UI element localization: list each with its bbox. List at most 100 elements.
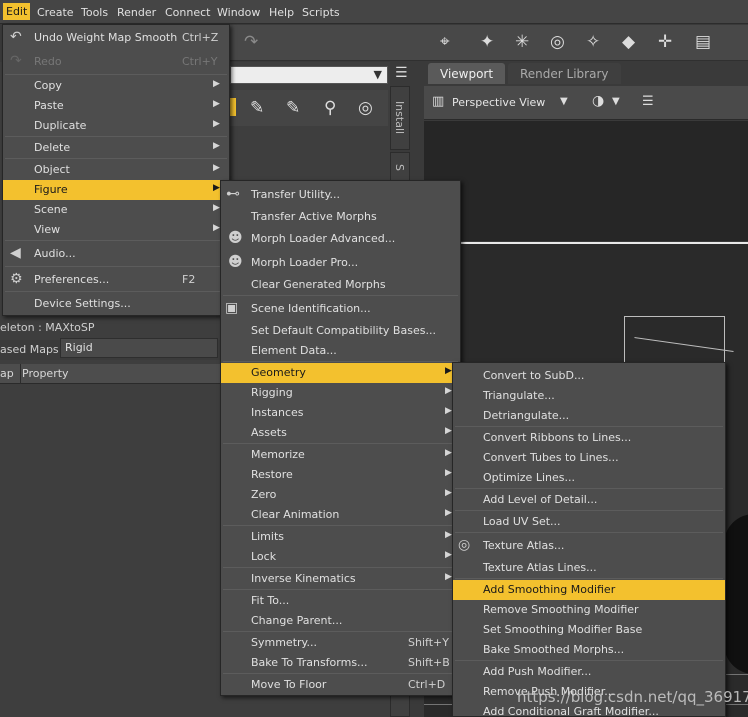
tab-install[interactable]: Install	[390, 86, 410, 150]
menu-item-restore[interactable]: Restore ▶	[221, 465, 460, 485]
menu-item-limits[interactable]: Limits ▶	[221, 527, 460, 547]
menu-tools[interactable]: Tools	[81, 6, 108, 19]
camera-select[interactable]: Perspective View	[452, 96, 545, 109]
menu-item-assets[interactable]: Assets ▶	[221, 423, 460, 443]
figure-submenu: ⊷ Transfer Utility... Transfer Active Mo…	[220, 180, 461, 696]
menu-help[interactable]: Help	[269, 6, 294, 19]
pointlight-tool-icon[interactable]: ✳	[515, 32, 529, 52]
menu-item-preferences[interactable]: ⚙ Preferences... F2	[3, 270, 229, 290]
morph-loader-pro-icon: ☻	[228, 254, 243, 270]
menu-render[interactable]: Render	[117, 6, 156, 19]
menu-item-bake-smoothed-morphs[interactable]: Bake Smoothed Morphs...	[453, 640, 725, 660]
layout-tool-icon[interactable]: ▤	[695, 32, 711, 52]
linklight-tool-icon[interactable]: ✧	[586, 32, 600, 52]
menu-item-inverse-kinematics[interactable]: Inverse Kinematics ▶	[221, 569, 460, 589]
menu-item-object[interactable]: Object ▶	[3, 160, 229, 180]
menu-item-memorize[interactable]: Memorize ▶	[221, 445, 460, 465]
menu-item-add-smoothing-modifier[interactable]: Add Smoothing Modifier	[453, 580, 725, 600]
col-property[interactable]: Property	[22, 367, 69, 380]
menu-item-element-data[interactable]: Element Data...	[221, 341, 460, 361]
menu-item-morph-loader-pro[interactable]: ☻ Morph Loader Pro...	[221, 253, 460, 273]
menu-item-move-to-floor[interactable]: Move To Floor Ctrl+D	[221, 675, 460, 695]
pin-tool-icon[interactable]: ⚲	[324, 98, 336, 118]
tool-icon-row: ✎ ✎ ⚲ ◎	[230, 90, 388, 126]
menu-item-transfer-utility[interactable]: ⊷ Transfer Utility...	[221, 185, 460, 205]
menu-item-texture-atlas-lines[interactable]: Texture Atlas Lines...	[453, 558, 725, 578]
preferences-icon: ⚙	[10, 271, 23, 287]
menu-item-audio[interactable]: ◀ Audio...	[3, 244, 229, 264]
menu-item-geometry[interactable]: Geometry ▶	[221, 363, 460, 383]
menu-item-instances[interactable]: Instances ▶	[221, 403, 460, 423]
menu-item-transfer-active-morphs[interactable]: Transfer Active Morphs	[221, 207, 460, 227]
texture-atlas-icon: ◎	[458, 537, 471, 553]
menu-item-lock[interactable]: Lock ▶	[221, 547, 460, 567]
figure-silhouette	[724, 514, 748, 674]
null-tool-icon[interactable]: ✛	[658, 32, 672, 52]
menu-item-set-default-compatibility-bases[interactable]: Set Default Compatibility Bases...	[221, 321, 460, 341]
menu-item-convert-tubes-to-lines[interactable]: Convert Tubes to Lines...	[453, 448, 725, 468]
chevron-down-icon: ▼	[373, 68, 382, 81]
transfer-utility-icon: ⊷	[226, 186, 240, 202]
menu-connect[interactable]: Connect	[165, 6, 210, 19]
menu-item-zero[interactable]: Zero ▶	[221, 485, 460, 505]
maps-field[interactable]: Rigid	[60, 338, 218, 358]
viewport-upper[interactable]	[424, 121, 748, 241]
property-table-header: ap Property	[0, 364, 220, 384]
menu-item-load-uv-set[interactable]: Load UV Set...	[453, 512, 725, 532]
viewport-options-icon[interactable]: ☰	[642, 94, 654, 109]
menu-scripts[interactable]: Scripts	[302, 6, 340, 19]
panel-menu-icon[interactable]: ☰	[395, 65, 408, 81]
scene-dropdown[interactable]: ▼	[230, 66, 388, 84]
menu-item-paste[interactable]: Paste ▶	[3, 96, 229, 116]
menu-item-morph-loader-advanced[interactable]: ☻ Morph Loader Advanced...	[221, 229, 460, 249]
menu-item-delete[interactable]: Delete ▶	[3, 138, 229, 158]
menu-edit[interactable]: Edit	[3, 3, 31, 20]
menu-item-scene[interactable]: Scene ▶	[3, 200, 229, 220]
menu-window[interactable]: Window	[217, 6, 260, 19]
menu-item-bake-to-transforms[interactable]: Bake To Transforms... Shift+B	[221, 653, 460, 673]
menu-item-scene-identification[interactable]: ▣ Scene Identification...	[221, 299, 460, 319]
distantlight-tool-icon[interactable]: ◎	[550, 32, 565, 52]
menu-item-figure[interactable]: Figure ▶	[3, 180, 229, 200]
menu-item-rigging[interactable]: Rigging ▶	[221, 383, 460, 403]
globe-tool-icon[interactable]: ◎	[358, 98, 373, 118]
menu-create[interactable]: Create	[37, 6, 74, 19]
menu-item-remove-smoothing-modifier[interactable]: Remove Smoothing Modifier	[453, 600, 725, 620]
menu-item-texture-atlas[interactable]: ◎ Texture Atlas...	[453, 536, 725, 556]
menu-item-clear-generated-morphs[interactable]: Clear Generated Morphs	[221, 275, 460, 295]
camera-tool-icon[interactable]: ⌖	[440, 32, 450, 52]
col-divider	[20, 364, 21, 384]
menu-item-device-settings[interactable]: Device Settings...	[3, 294, 229, 314]
menu-item-set-smoothing-modifier-base[interactable]: Set Smoothing Modifier Base	[453, 620, 725, 640]
menu-item-convert-to-subd[interactable]: Convert to SubD...	[453, 366, 725, 386]
menu-item-optimize-lines[interactable]: Optimize Lines...	[453, 468, 725, 488]
chevron-down-icon[interactable]: ▼	[560, 96, 568, 107]
menu-item-triangulate[interactable]: Triangulate...	[453, 386, 725, 406]
viewport-menu-icon[interactable]: ▥	[432, 94, 444, 109]
brush-s-icon[interactable]: ✎	[286, 98, 300, 118]
menu-item-convert-ribbons-to-lines[interactable]: Convert Ribbons to Lines...	[453, 428, 725, 448]
tab-render-library[interactable]: Render Library	[508, 63, 621, 84]
menu-item-copy[interactable]: Copy ▶	[3, 76, 229, 96]
menu-item-add-push-modifier[interactable]: Add Push Modifier...	[453, 662, 725, 682]
menu-item-redo[interactable]: ↷ Redo Ctrl+Y	[3, 52, 229, 72]
menu-item-fit-to[interactable]: Fit To...	[221, 591, 460, 611]
primitive-tool-icon[interactable]: ◆	[622, 32, 635, 52]
col-map[interactable]: ap	[0, 367, 14, 380]
redo-toolbar-icon[interactable]: ↷	[244, 32, 258, 52]
draw-style-icon[interactable]: ◑	[592, 93, 604, 109]
spotlight-tool-icon[interactable]: ✦	[480, 32, 494, 52]
chevron-down-icon[interactable]: ▼	[612, 96, 620, 107]
menu-item-detriangulate[interactable]: Detriangulate...	[453, 406, 725, 426]
undo-icon: ↶	[10, 29, 22, 45]
menu-item-symmetry[interactable]: Symmetry... Shift+Y	[221, 633, 460, 653]
menu-item-add-level-of-detail[interactable]: Add Level of Detail...	[453, 490, 725, 510]
menu-item-undo[interactable]: ↶ Undo Weight Map Smooth Ctrl+Z	[3, 28, 229, 48]
tab-s[interactable]: S	[390, 152, 410, 182]
tab-viewport[interactable]: Viewport	[428, 63, 506, 84]
menu-item-change-parent[interactable]: Change Parent...	[221, 611, 460, 631]
menu-item-clear-animation[interactable]: Clear Animation ▶	[221, 505, 460, 525]
menu-item-duplicate[interactable]: Duplicate ▶	[3, 116, 229, 136]
menu-item-view[interactable]: View ▶	[3, 220, 229, 240]
brush-p-icon[interactable]: ✎	[250, 98, 264, 118]
